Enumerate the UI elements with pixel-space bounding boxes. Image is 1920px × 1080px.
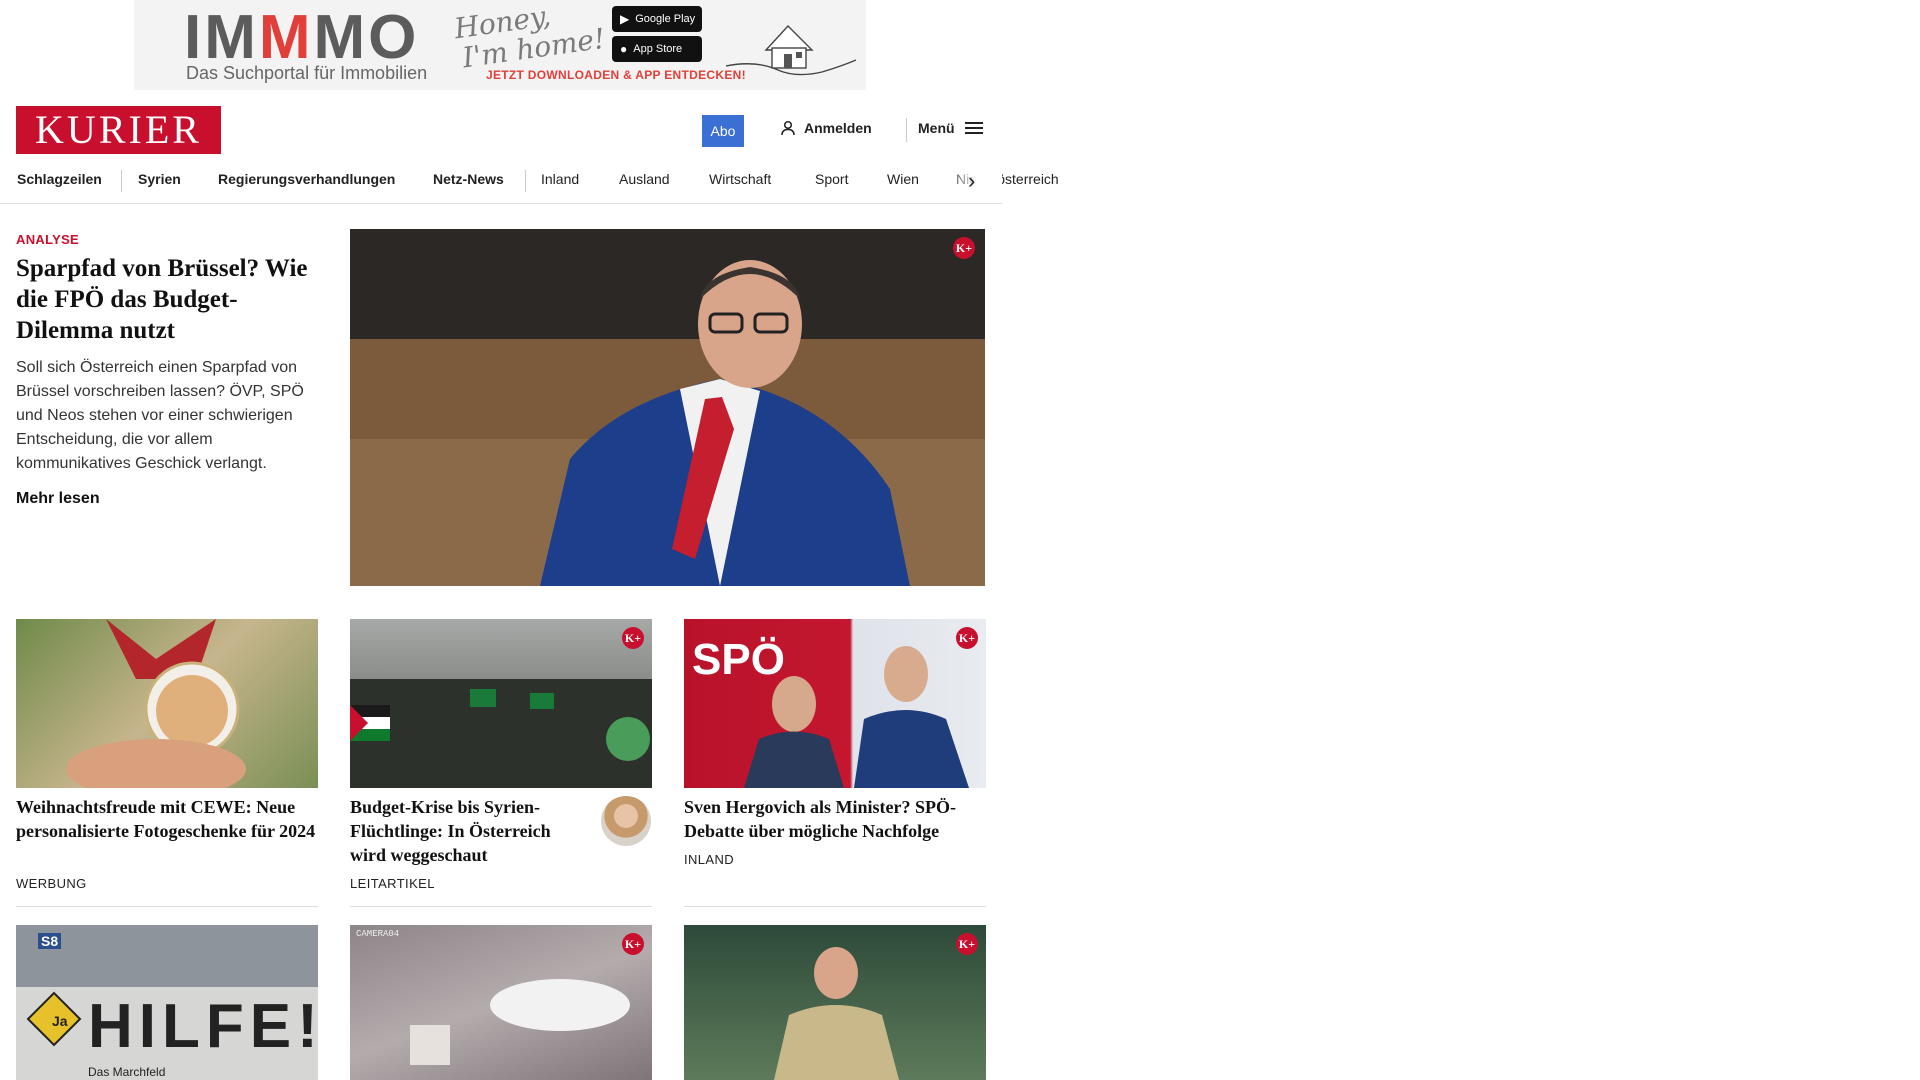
camera-photo-placeholder: [410, 979, 630, 1065]
nav-divider: [121, 170, 122, 192]
user-icon: [781, 120, 795, 136]
menu-label: Menü: [918, 120, 955, 136]
nav-item-ausland[interactable]: Ausland: [619, 171, 670, 187]
section-nav: Schlagzeilen Syrien Regierungsverhandlun…: [0, 160, 1059, 204]
card-image-sport[interactable]: K+: [684, 925, 986, 1080]
spoe-photo-placeholder: [744, 646, 969, 788]
card-image-spoe[interactable]: SPÖ K+: [684, 619, 986, 788]
ad-banner[interactable]: IMMMO Das Suchportal für Immobilien Hone…: [134, 0, 866, 90]
plus-badge: K+: [622, 627, 644, 649]
s8-sign-text: S8: [38, 933, 62, 949]
nav-item-schlagzeilen[interactable]: Schlagzeilen: [17, 171, 102, 187]
nav-divider: [525, 170, 526, 192]
card-image-hilfe[interactable]: Ja S8 HILFE! Das Marchfeld: [16, 925, 318, 1080]
plus-badge: K+: [956, 933, 978, 955]
ad-tagline: Das Suchportal für Immobilien: [186, 63, 428, 83]
lead-teaser: Soll sich Österreich einen Sparpfad von …: [16, 359, 304, 472]
card-divider: [350, 906, 652, 907]
menu-button[interactable]: Menü: [918, 120, 983, 136]
ad-brand-logo: IMMMO: [184, 3, 420, 72]
author-avatar: [601, 796, 651, 846]
card-image-camera[interactable]: CAMERA04 K+: [350, 925, 652, 1080]
abo-button[interactable]: Abo: [702, 115, 744, 147]
cewe-photo-placeholder: [66, 619, 246, 788]
card-divider: [16, 906, 318, 907]
lead-image[interactable]: K+: [350, 229, 985, 586]
nav-item-wien[interactable]: Wien: [887, 171, 919, 187]
google-play-badge[interactable]: ▶ Google Play: [612, 6, 702, 32]
card-title-cewe[interactable]: Weihnachtsfreude mit CEWE: Neue personal…: [16, 795, 318, 843]
demo-photo-placeholder: [350, 679, 652, 788]
lead-headline[interactable]: Sparpfad von Brüssel? Wie die FPÖ das Bu…: [16, 253, 316, 346]
nav-item-regierungsverhandlungen[interactable]: Regierungsverhandlungen: [218, 171, 395, 187]
sport-photo-placeholder: [774, 947, 899, 1080]
nav-item-sport[interactable]: Sport: [815, 171, 848, 187]
plus-badge: K+: [622, 933, 644, 955]
kurier-logo[interactable]: KURIER: [16, 106, 221, 154]
hamburger-icon: [964, 122, 983, 134]
card-divider: [684, 906, 986, 907]
hilfe-banner-sub: Das Marchfeld: [88, 1065, 166, 1079]
camera-label: CAMERA04: [356, 929, 400, 939]
card-title-leitartikel[interactable]: Budget-Krise bis Syrien-Flüchtlinge: In …: [350, 795, 590, 867]
nav-item-netz-news[interactable]: Netz-News: [433, 171, 504, 187]
plus-badge: K+: [953, 237, 975, 259]
card-category-leitartikel: LEITARTIKEL: [350, 876, 435, 891]
card-image-syrien[interactable]: K+: [350, 619, 652, 788]
card-image-cewe[interactable]: [16, 619, 318, 788]
login-label: Anmelden: [804, 120, 872, 136]
login-button[interactable]: Anmelden: [780, 120, 872, 136]
nav-item-syrien[interactable]: Syrien: [138, 171, 181, 187]
plus-badge: K+: [956, 627, 978, 649]
ad-cta: JETZT DOWNLOADEN & APP ENTDECKEN!: [486, 68, 746, 82]
ad-script-text: Honey, I'm home!: [452, 0, 608, 75]
lead-kicker: ANALYSE: [16, 232, 80, 247]
app-store-badge[interactable]: ● App Store: [612, 36, 702, 62]
header-divider: [906, 118, 907, 142]
lead-photo-placeholder: [350, 229, 985, 586]
card-category-werbung: WERBUNG: [16, 876, 87, 891]
apple-icon: ●: [620, 42, 628, 56]
chevron-right-icon[interactable]: ›: [968, 168, 975, 194]
card-title-hergovich[interactable]: Sven Hergovich als Minister? SPÖ-Debatte…: [684, 795, 986, 843]
nav-item-wirtschaft[interactable]: Wirtschaft: [709, 171, 771, 187]
hilfe-banner-text: HILFE!: [88, 992, 318, 1061]
play-icon: ▶: [620, 12, 630, 26]
sign-badge-text: Ja: [52, 1013, 68, 1029]
read-more-link[interactable]: Mehr lesen: [16, 490, 100, 508]
house-hand-icon: [726, 24, 856, 76]
nav-item-inland[interactable]: Inland: [541, 171, 579, 187]
card-category-inland: INLAND: [684, 852, 735, 867]
